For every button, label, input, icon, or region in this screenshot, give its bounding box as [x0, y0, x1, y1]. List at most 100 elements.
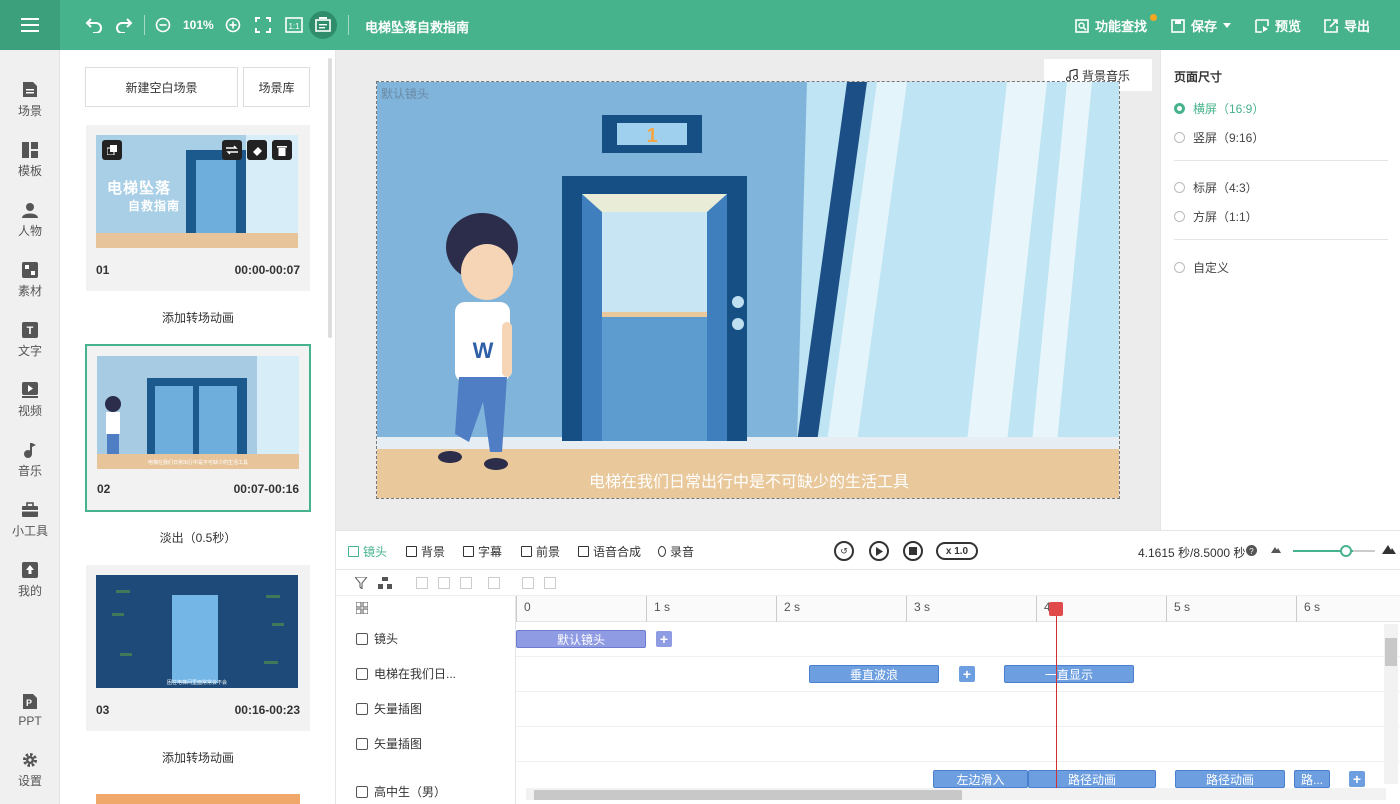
nav-item-video[interactable]: 视频 [0, 375, 60, 425]
delete-scene-button[interactable] [272, 140, 292, 160]
export-button[interactable]: 导出 [1324, 16, 1370, 35]
svg-text:?: ? [1249, 547, 1254, 556]
send-backward-button[interactable] [544, 577, 556, 589]
nav-item-settings[interactable]: 设置 [0, 745, 60, 795]
copy-scene-button[interactable] [102, 140, 122, 160]
clip-vertical-wave[interactable]: 垂直波浪 [809, 665, 939, 683]
page-size-option-custom[interactable]: 自定义 [1174, 259, 1229, 276]
scene-panel-scrollbar[interactable] [328, 58, 332, 338]
preview-button[interactable]: 预览 [1255, 16, 1301, 35]
clip-path-animation[interactable]: 路径动画 [1028, 770, 1156, 788]
nav-item-person[interactable]: 人物 [0, 195, 60, 245]
page-size-option-16-9[interactable]: 横屏（16:9） [1174, 100, 1264, 117]
tab-record[interactable]: 录音 [658, 543, 694, 560]
group-icon[interactable] [378, 577, 392, 589]
help-icon[interactable]: ? [1246, 545, 1257, 556]
scene-card-01[interactable]: 电梯坠落 自救指南 01 00:00-00:07 [86, 125, 310, 291]
new-blank-scene-button[interactable]: 新建空白场景 [85, 67, 238, 107]
scene-card-04-partial[interactable] [96, 794, 300, 804]
clear-scene-button[interactable] [247, 140, 267, 160]
filter-icon[interactable] [355, 577, 367, 589]
undo-icon [85, 18, 102, 33]
timeline-v-scrollbar[interactable] [1384, 624, 1398, 784]
hamburger-menu-button[interactable] [0, 0, 60, 50]
save-label: 保存 [1191, 19, 1218, 34]
clip-default-camera[interactable]: 默认镜头 [516, 630, 646, 648]
clip-path-animation-partial[interactable]: 路... [1294, 770, 1330, 788]
track-label-text[interactable]: 电梯在我们日... [336, 656, 516, 691]
add-camera-clip-button[interactable]: + [656, 631, 672, 647]
nav-item-ppt[interactable]: P PPT [0, 685, 60, 735]
add-transition-link[interactable]: 添加转场动画 [60, 749, 335, 766]
ruler-tick: 0 [516, 596, 531, 622]
track-label-vector-1[interactable]: 矢量插图 [336, 691, 516, 726]
scene-card-02[interactable]: 电梯在我们日常出行中是不可缺少的生活工具 02 00:07-00:16 [85, 344, 311, 512]
h-scroll-thumb[interactable] [534, 790, 962, 800]
nav-item-scene[interactable]: 场景 [0, 75, 60, 125]
clip-always-show[interactable]: 一直显示 [1004, 665, 1134, 683]
material-icon [22, 261, 38, 278]
zoom-in-button[interactable] [224, 13, 242, 37]
zoom-out-timeline-icon[interactable] [1271, 545, 1281, 553]
page-size-option-9-16[interactable]: 竖屏（9:16） [1174, 129, 1264, 146]
undo-button[interactable] [84, 13, 104, 37]
stage[interactable]: 1 W 默认镜头 电梯在我们日常出行中是不可缺少的生活工具 [376, 81, 1120, 499]
document-title[interactable]: 电梯坠落自救指南 [365, 17, 469, 36]
nav-item-music[interactable]: 音乐 [0, 435, 60, 485]
tab-subtitle[interactable]: 字幕 [463, 543, 502, 560]
foreground-icon [521, 546, 532, 557]
zoom-in-timeline-icon[interactable] [1382, 544, 1396, 554]
template-icon [22, 141, 38, 158]
scene-library-button[interactable]: 场景库 [243, 67, 310, 107]
time-ruler[interactable]: 0 1 s 2 s 3 s 4 5 s 6 s [516, 596, 1400, 622]
rewind-button[interactable]: ↺ [834, 541, 854, 561]
actual-size-button[interactable]: 1:1 [284, 13, 304, 37]
add-transition-link[interactable]: 添加转场动画 [60, 309, 335, 326]
tab-foreground[interactable]: 前景 [521, 543, 560, 560]
nav-item-text[interactable]: T 文字 [0, 315, 60, 365]
nav-item-toolbox[interactable]: 小工具 [0, 495, 60, 545]
clip-slide-in-left[interactable]: 左边滑入 [933, 770, 1028, 788]
fullscreen-button[interactable] [254, 13, 272, 37]
add-figure-clip-button[interactable]: + [1349, 771, 1365, 787]
play-button[interactable] [869, 541, 889, 561]
bring-forward-button[interactable] [522, 577, 534, 589]
v-scroll-thumb[interactable] [1385, 638, 1397, 666]
nav-item-mine[interactable]: 我的 [0, 555, 60, 605]
clip-path-animation[interactable]: 路径动画 [1175, 770, 1285, 788]
save-button[interactable]: 保存 [1171, 16, 1232, 35]
scene-time: 00:16-00:23 [234, 703, 300, 717]
playback-speed-button[interactable]: x 1.0 [936, 542, 978, 560]
stage-subtitle[interactable]: 电梯在我们日常出行中是不可缺少的生活工具 [377, 468, 1119, 492]
svg-text:P: P [26, 698, 32, 708]
zoom-out-button[interactable] [154, 13, 172, 37]
playhead-handle[interactable] [1049, 602, 1063, 616]
timeline-h-scrollbar[interactable] [526, 788, 1386, 800]
page-size-option-1-1[interactable]: 方屏（1:1） [1174, 208, 1258, 225]
swap-scene-button[interactable] [222, 140, 242, 160]
track-label-figure[interactable]: 高中生（男） [336, 774, 516, 804]
subtitle-toggle-button[interactable] [309, 11, 337, 39]
align-left-button[interactable] [416, 577, 428, 589]
scene-card-03[interactable]: 困在电梯间里面常常会不会 03 00:16-00:23 [86, 565, 310, 731]
nav-item-template[interactable]: 模板 [0, 135, 60, 185]
transition-label[interactable]: 淡出（0.5秒） [60, 529, 335, 546]
stop-button[interactable] [903, 541, 923, 561]
layers-icon[interactable] [356, 602, 368, 614]
track-label-camera[interactable]: 镜头 [336, 621, 516, 656]
align-right-button[interactable] [460, 577, 472, 589]
camera-label: 默认镜头 [381, 87, 430, 101]
page-size-option-4-3[interactable]: 标屏（4:3） [1174, 179, 1258, 196]
playhead-line [1056, 602, 1057, 792]
tab-camera[interactable]: 镜头 [348, 543, 387, 560]
track-label-vector-2[interactable]: 矢量插图 [336, 726, 516, 761]
distribute-button[interactable] [488, 577, 500, 589]
redo-button[interactable] [114, 13, 134, 37]
feature-search-button[interactable]: 功能查找 [1075, 16, 1147, 35]
tab-background[interactable]: 背景 [406, 543, 445, 560]
add-text-clip-button[interactable]: + [959, 666, 975, 682]
tab-tts[interactable]: 语音合成 [578, 543, 641, 560]
nav-item-material[interactable]: 素材 [0, 255, 60, 305]
timeline-zoom-knob[interactable] [1340, 545, 1352, 557]
align-center-button[interactable] [438, 577, 450, 589]
